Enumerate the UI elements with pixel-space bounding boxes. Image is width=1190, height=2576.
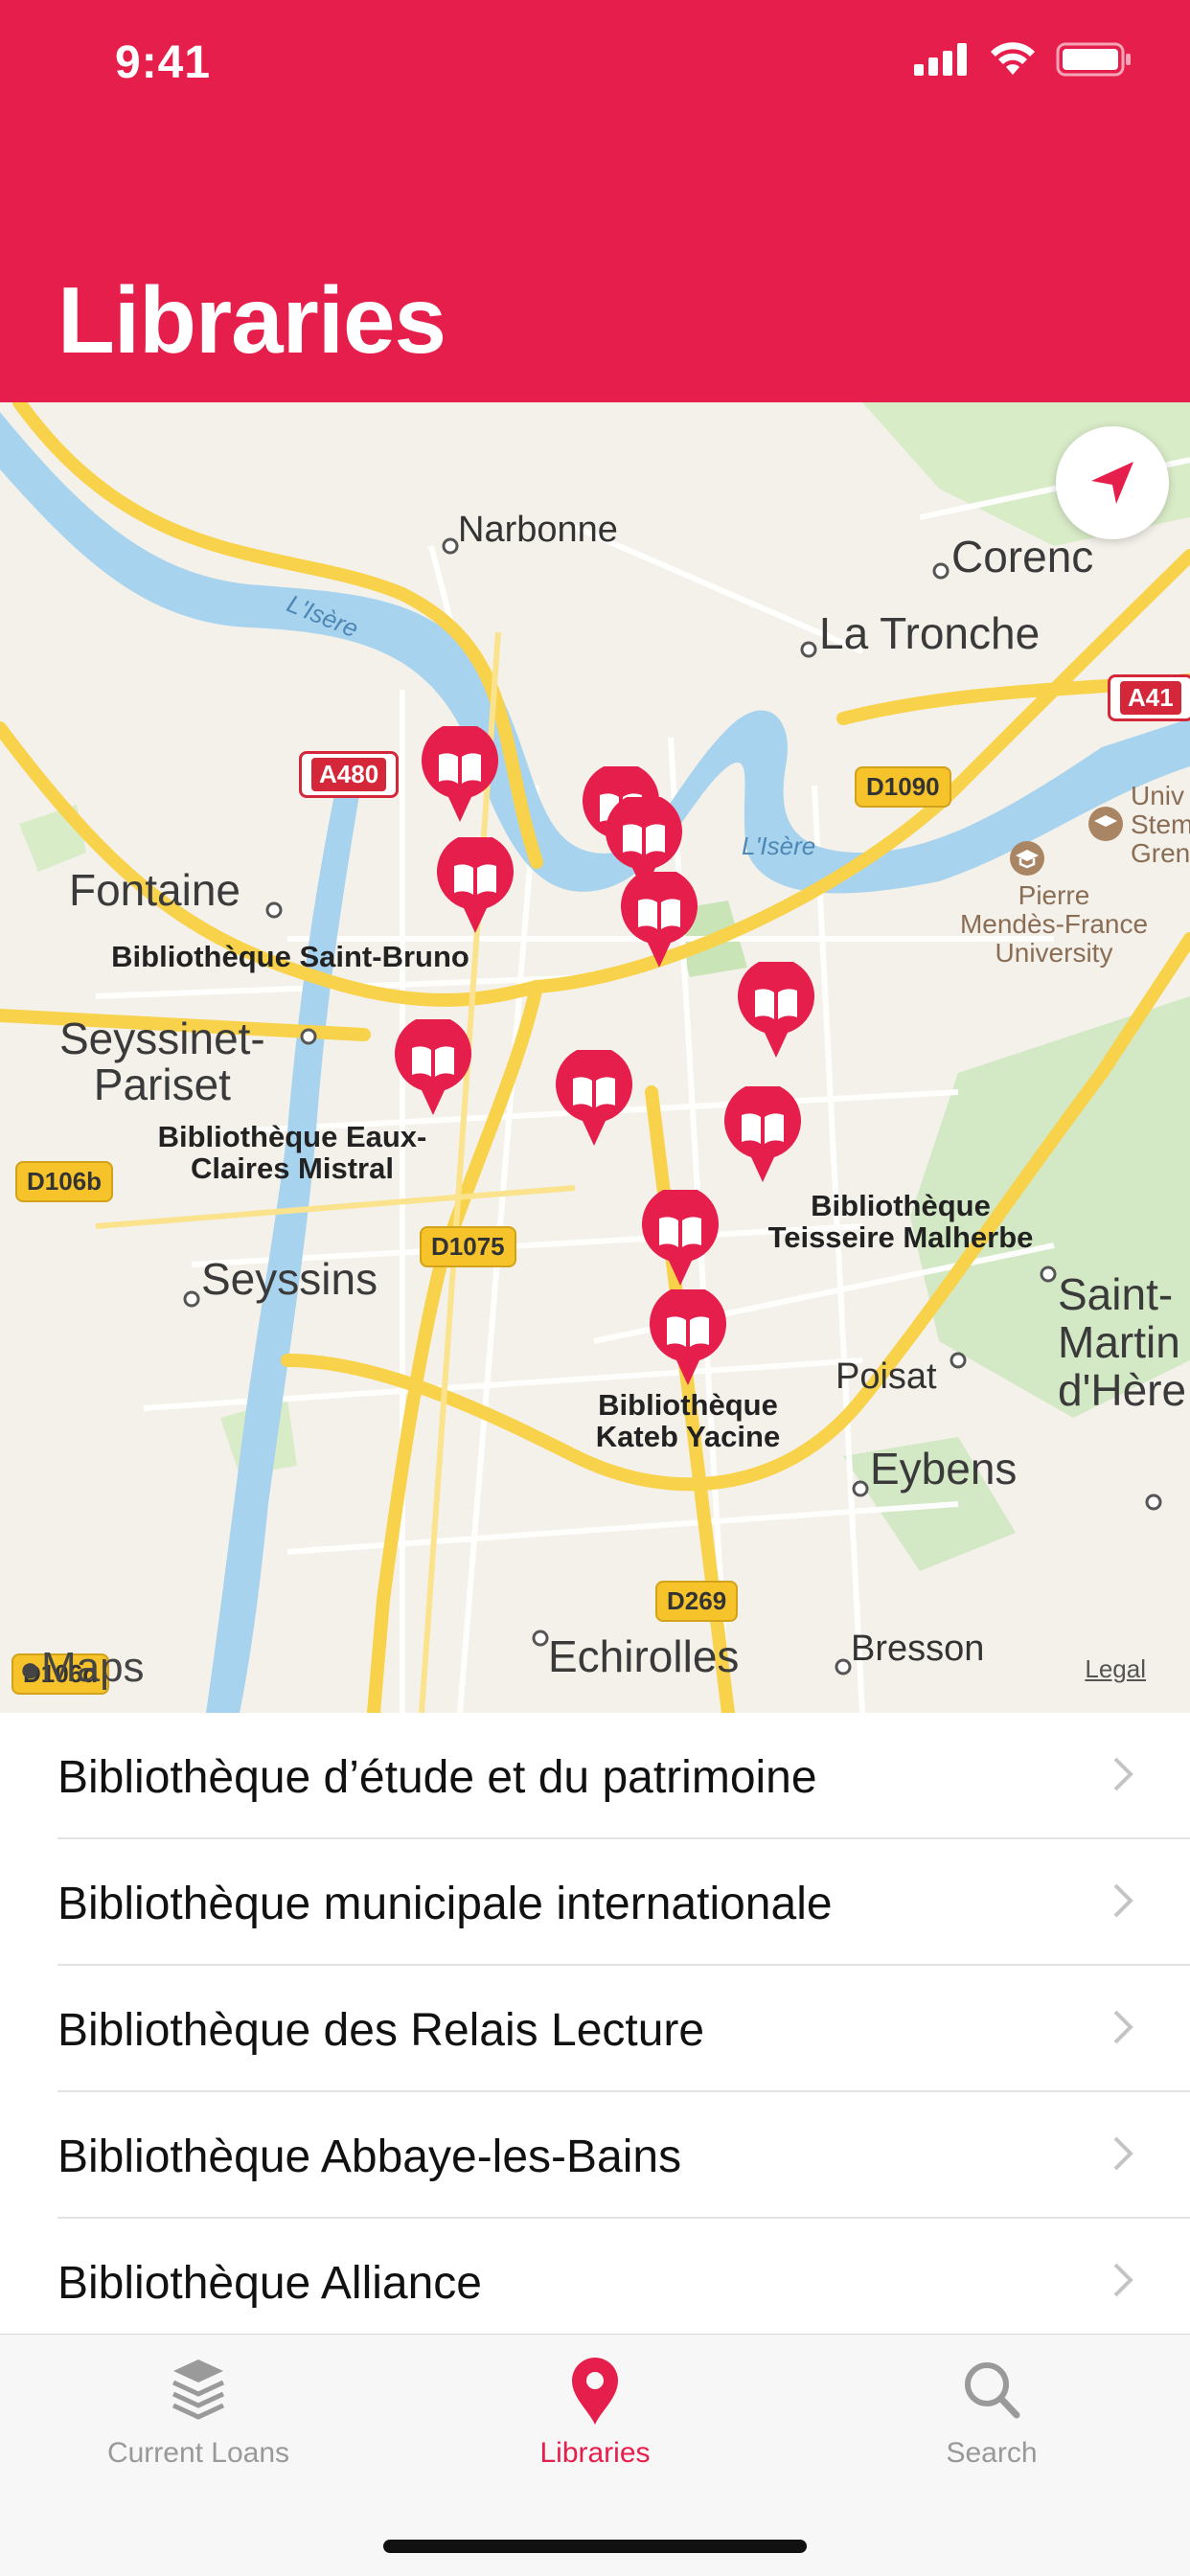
- status-icons: [914, 42, 1133, 77]
- library-label-eaux-claires: Bibliothèque Eaux- Claires Mistral: [157, 1120, 427, 1185]
- chevron-right-icon: [1113, 1757, 1133, 1791]
- library-name: Bibliothèque des Relais Lecture: [57, 2005, 705, 2056]
- library-pin-teisseire[interactable]: [722, 1082, 803, 1182]
- library-name: Bibliothèque municipale internationale: [57, 1879, 833, 1929]
- library-label-teisseire: Bibliothèque Teisseire Malherbe: [767, 1189, 1034, 1254]
- road-shield-d269: D269: [655, 1581, 739, 1622]
- battery-icon: [1056, 42, 1131, 77]
- place-narbonne: Narbonne: [458, 510, 618, 550]
- library-pin[interactable]: [619, 867, 699, 968]
- library-label-saint-bruno: Bibliothèque Saint-Bruno: [111, 940, 469, 973]
- water-label-isere-2: L'Isère: [742, 832, 816, 860]
- road-shield-a41: A41: [1108, 674, 1190, 721]
- apple-logo-icon: ●: [19, 1650, 41, 1690]
- tab-current-loans[interactable]: Current Loans: [0, 2354, 397, 2470]
- library-name: Bibliothèque d’étude et du patrimoine: [57, 1752, 817, 1803]
- road-shield-d106b: D106b: [15, 1161, 114, 1202]
- library-pin[interactable]: [420, 721, 500, 822]
- library-map[interactable]: Narbonne Corenc La Tronche Fontaine Seys…: [0, 402, 1190, 1713]
- map-pin-icon: [572, 2358, 618, 2425]
- search-icon: [965, 2362, 1020, 2419]
- library-pin-saint-bruno[interactable]: [435, 832, 515, 933]
- library-name: Bibliothèque Alliance: [57, 2258, 482, 2309]
- nav-header: 9:41 Libraries: [0, 0, 1190, 402]
- list-item[interactable]: Bibliothèque des Relais Lecture: [0, 1966, 1190, 2092]
- wifi-icon: [991, 42, 1035, 75]
- university-label: Pierre Mendès-France University: [959, 880, 1149, 968]
- page-title: Libraries: [57, 267, 446, 373]
- road-shield-d1090: D1090: [855, 766, 951, 808]
- tab-libraries[interactable]: Libraries: [397, 2354, 793, 2470]
- place-seyssins: Seyssins: [201, 1254, 378, 1304]
- university-label-edge: Univ Stem Gren: [1131, 782, 1190, 868]
- place-seyssinet-pariset: Seyssinet- Pariset: [59, 1014, 265, 1109]
- place-saint-martin-dhere: Saint- Martin d'Hère: [1058, 1269, 1187, 1415]
- tab-bar: Current Loans Libraries Search: [0, 2334, 1190, 2576]
- chevron-right-icon: [1113, 2010, 1133, 2044]
- place-fontaine: Fontaine: [69, 865, 241, 915]
- home-indicator: [383, 2540, 807, 2553]
- road-shield-d1075: D1075: [420, 1226, 516, 1267]
- list-item[interactable]: Bibliothèque municipale internationale: [0, 1839, 1190, 1966]
- cellular-signal-icon: [914, 43, 967, 76]
- place-eybens: Eybens: [870, 1444, 1018, 1493]
- maps-logo: ●Maps: [19, 1644, 145, 1691]
- list-item[interactable]: Bibliothèque Alliance: [0, 2219, 1190, 2345]
- list-item[interactable]: Bibliothèque Abbaye-les-Bains: [0, 2092, 1190, 2219]
- tab-label: Current Loans: [106, 2437, 290, 2469]
- tab-label: Libraries: [539, 2437, 651, 2469]
- chevron-right-icon: [1113, 1883, 1133, 1918]
- list-item[interactable]: Bibliothèque d’étude et du patrimoine: [0, 1713, 1190, 1839]
- status-time: 9:41: [115, 37, 212, 88]
- library-list: Bibliothèque d’étude et du patrimoine Bi…: [0, 1713, 1190, 2345]
- legal-link[interactable]: Legal: [1085, 1654, 1146, 1684]
- place-poisat: Poisat: [835, 1356, 937, 1397]
- tab-search[interactable]: Search: [793, 2354, 1190, 2470]
- place-la-tronche: La Tronche: [819, 608, 1041, 658]
- library-pin[interactable]: [640, 1185, 721, 1286]
- university-icon-2: [1088, 807, 1123, 841]
- tab-label: Search: [946, 2437, 1038, 2469]
- library-label-kateb: Bibliothèque Kateb Yacine: [595, 1388, 781, 1453]
- place-corenc: Corenc: [951, 532, 1094, 581]
- place-bresson: Bresson: [851, 1629, 985, 1669]
- library-pin[interactable]: [554, 1045, 634, 1146]
- chevron-right-icon: [1113, 2136, 1133, 2171]
- place-echirolles: Echirolles: [548, 1631, 740, 1681]
- chevron-right-icon: [1113, 2263, 1133, 2297]
- stack-icon: [172, 2359, 225, 2420]
- road-shield-a480: A480: [299, 751, 400, 798]
- location-arrow-icon: [1091, 462, 1133, 504]
- library-pin[interactable]: [736, 957, 816, 1058]
- library-name: Bibliothèque Abbaye-les-Bains: [57, 2131, 682, 2182]
- university-icon: [1010, 841, 1044, 876]
- locate-me-button[interactable]: [1056, 426, 1169, 539]
- library-pin-kateb[interactable]: [648, 1285, 728, 1385]
- library-pin-eaux-claires[interactable]: [393, 1014, 473, 1115]
